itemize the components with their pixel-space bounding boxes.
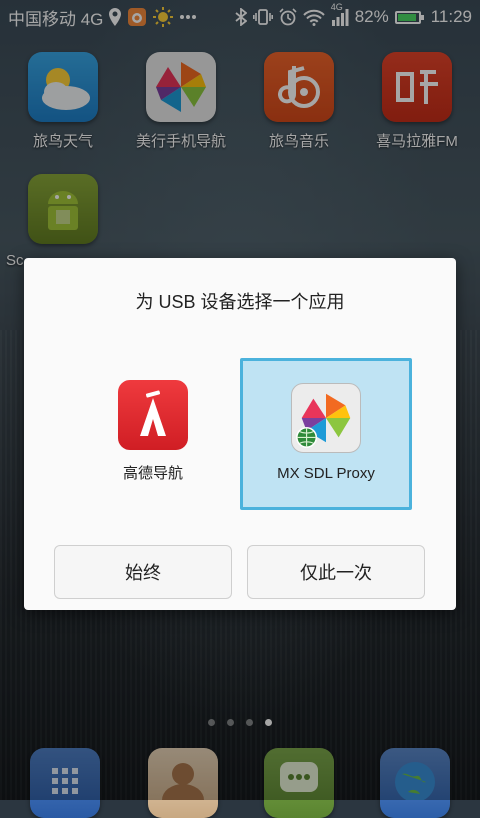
- just-once-button[interactable]: 仅此一次: [247, 545, 425, 599]
- pinwheel-globe-icon: [291, 383, 361, 453]
- option-mx-sdl-proxy[interactable]: MX SDL Proxy: [240, 358, 412, 510]
- option-label: 高德导航: [122, 465, 183, 482]
- option-label: MX SDL Proxy: [277, 465, 375, 482]
- usb-app-chooser-dialog: 为 USB 设备选择一个应用 高德导航 MX SDL Proxy 始终 仅此一次: [24, 258, 456, 610]
- option-amap[interactable]: 高德导航: [67, 358, 239, 510]
- dialog-title: 为 USB 设备选择一个应用: [135, 292, 345, 312]
- amap-icon: [118, 380, 188, 450]
- always-button[interactable]: 始终: [54, 545, 232, 599]
